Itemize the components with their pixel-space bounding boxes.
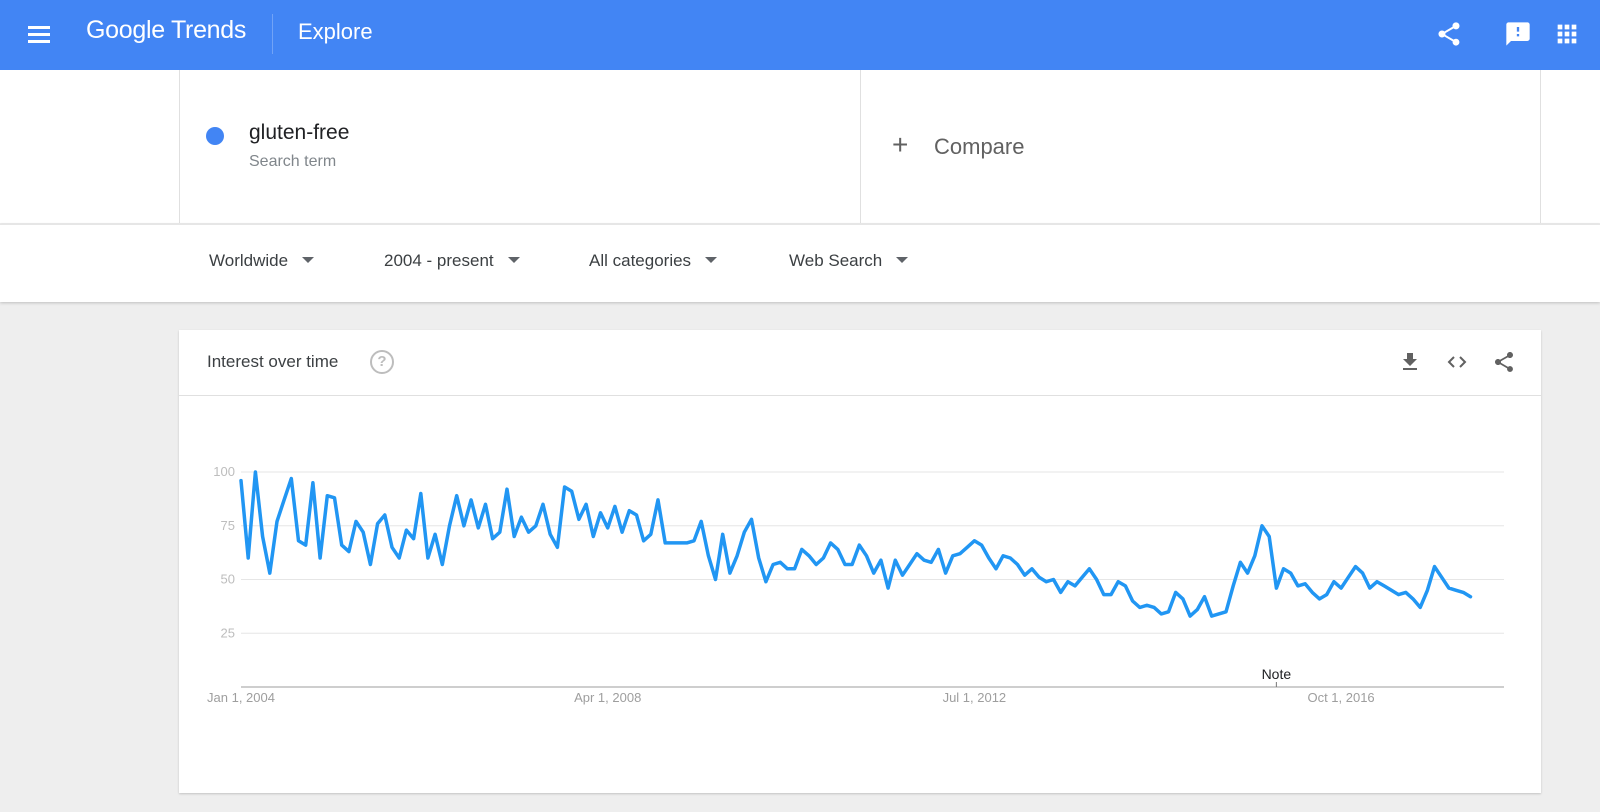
x-tick-label: Jan 1, 2004 — [207, 690, 275, 705]
header-divider — [272, 14, 273, 54]
y-tick-label: 50 — [221, 572, 235, 587]
x-tick-label: Oct 1, 2016 — [1307, 690, 1374, 705]
menu-icon[interactable] — [26, 22, 52, 48]
apps-icon[interactable] — [1553, 20, 1581, 48]
filter-label: All categories — [589, 251, 692, 270]
x-tick-label: Jul 1, 2012 — [943, 690, 1007, 705]
y-tick-label: 100 — [213, 464, 235, 479]
filter-label: Web Search — [789, 251, 883, 270]
search-term-card[interactable]: gluten-free Search term — [179, 70, 861, 223]
term-color-dot — [206, 127, 224, 145]
compare-card[interactable]: + Compare — [860, 70, 1541, 223]
search-term[interactable]: gluten-free — [249, 121, 349, 145]
y-tick-label: 75 — [221, 518, 235, 533]
y-tick-label: 25 — [221, 625, 235, 640]
search-term-type: Search term — [249, 153, 337, 170]
x-tick-label: Apr 1, 2008 — [574, 690, 641, 705]
filter-time-range[interactable]: 2004 - present — [384, 251, 520, 271]
note-annotation[interactable]: Note — [1262, 666, 1292, 682]
interest-chart[interactable]: 25 50 75 100 Jan 1, 2004 Apr 1, 2008 Jul 1, 20… — [179, 330, 1541, 793]
filter-label: Worldwide — [209, 251, 289, 270]
feedback-icon[interactable] — [1504, 20, 1532, 48]
dropdown-arrow-icon — [705, 256, 718, 263]
app-logo[interactable]: Google Trends — [86, 16, 246, 45]
dropdown-arrow-icon — [302, 256, 315, 263]
interest-over-time-card: Interest over time ? 25 50 75 100 Jan 1, 200… — [179, 330, 1541, 793]
page-title: Explore — [298, 19, 373, 44]
top-app-bar: Google Trends Explore — [0, 0, 1600, 70]
series-line-gluten-free[interactable] — [239, 470, 1473, 618]
filter-label: 2004 - present — [384, 251, 494, 270]
plus-icon: + — [892, 129, 909, 160]
filter-location[interactable]: Worldwide — [209, 251, 315, 271]
filter-search-type[interactable]: Web Search — [789, 251, 909, 271]
dropdown-arrow-icon — [507, 256, 520, 263]
compare-button[interactable]: Compare — [934, 134, 1024, 160]
filter-bar: Worldwide 2004 - present All categories … — [0, 224, 1600, 302]
filter-category[interactable]: All categories — [589, 251, 718, 271]
share-icon[interactable] — [1435, 20, 1463, 48]
dropdown-arrow-icon — [896, 256, 909, 263]
